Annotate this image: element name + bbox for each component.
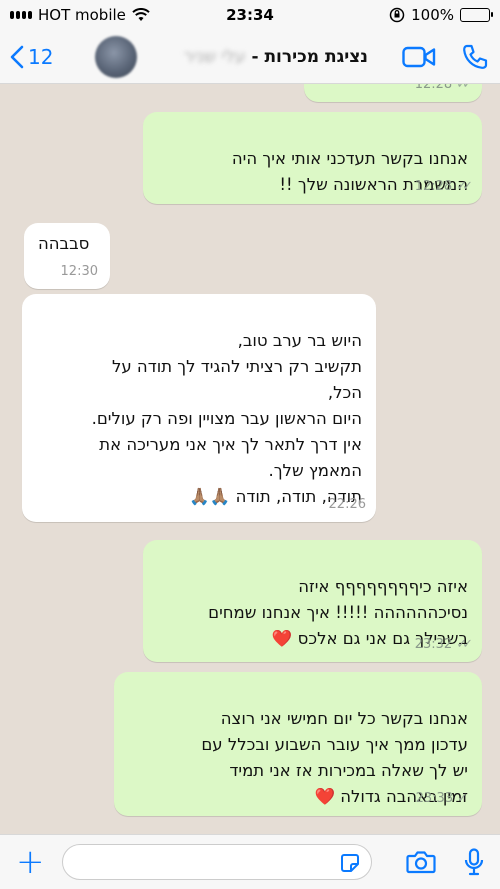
status-right: 100% xyxy=(389,6,493,24)
contact-name[interactable]: נציגת מכירות - עלי שניר xyxy=(140,47,368,67)
status-left: HOT mobile xyxy=(10,6,150,24)
attach-plus-button[interactable]: + xyxy=(16,845,45,879)
phone-call-icon[interactable] xyxy=(462,44,488,70)
read-receipt-icon: ✓✓ xyxy=(456,84,473,92)
message-outgoing[interactable]: אנחנו בקשר כל יום חמישי אני רוצה עדכון מ… xyxy=(114,672,482,816)
message-text: היוש בר ערב טוב, תקשיב רק רציתי להגיד לך… xyxy=(91,331,362,506)
message-list[interactable]: 12:28 ✓✓ אנחנו בקשר תעדכני אותי איך היה … xyxy=(0,84,500,834)
message-input[interactable] xyxy=(62,844,372,880)
message-outgoing[interactable]: 12:28 ✓✓ xyxy=(304,84,482,102)
message-time: 23:33 xyxy=(415,791,454,806)
back-button[interactable]: 12 xyxy=(10,45,53,69)
back-count: 12 xyxy=(28,44,54,69)
message-time: 12:30 xyxy=(60,264,98,279)
chevron-left-icon xyxy=(10,45,24,68)
orientation-lock-icon xyxy=(389,7,405,23)
chat-header: 12 נציגת מכירות - עלי שניר xyxy=(0,30,500,84)
battery-icon xyxy=(460,8,493,22)
read-receipt-icon: ✓✓ xyxy=(456,179,473,194)
avatar[interactable] xyxy=(95,35,138,78)
message-meta: 22:26 xyxy=(329,492,366,518)
input-bar: + xyxy=(0,834,500,889)
message-meta: 12:28 ✓✓ xyxy=(414,174,473,200)
video-call-icon[interactable] xyxy=(402,46,436,68)
contact-name-blurred: עלי שניר xyxy=(183,46,246,67)
microphone-icon[interactable] xyxy=(464,848,484,876)
message-time: 22:26 xyxy=(328,497,366,512)
signal-icon xyxy=(10,11,32,19)
message-time: 12:28 xyxy=(414,179,453,194)
message-incoming[interactable]: סבבהה 12:30 xyxy=(24,223,110,289)
message-meta: 12:28 ✓✓ xyxy=(414,84,473,98)
message-meta: 12:30 xyxy=(61,259,98,285)
message-meta: 23:33 ✓ xyxy=(416,786,468,812)
camera-icon[interactable] xyxy=(406,850,436,874)
carrier-label: HOT mobile xyxy=(38,6,126,24)
delivered-receipt-icon: ✓ xyxy=(457,791,468,806)
header-actions xyxy=(402,44,488,70)
status-bar: HOT mobile 23:34 100% xyxy=(0,0,500,30)
battery-percent: 100% xyxy=(411,6,454,24)
message-meta: 23:32 ✓✓ xyxy=(414,632,473,658)
sticker-icon[interactable] xyxy=(339,852,361,874)
message-text: סבבהה xyxy=(38,234,90,253)
wifi-icon xyxy=(132,8,150,21)
contact-name-main: נציגת מכירות - xyxy=(251,46,368,67)
message-outgoing[interactable]: אנחנו בקשר תעדכני אותי איך היה המשמרת הר… xyxy=(143,112,482,204)
input-actions xyxy=(406,848,484,876)
message-time: 12:28 xyxy=(414,84,453,92)
message-time: 23:32 xyxy=(414,637,453,652)
message-incoming[interactable]: היוש בר ערב טוב, תקשיב רק רציתי להגיד לך… xyxy=(22,294,376,522)
message-outgoing[interactable]: איזה כיףףףףףףףף איזה נסיכהההההה !!!!! אי… xyxy=(143,540,482,662)
read-receipt-icon: ✓✓ xyxy=(456,637,473,652)
